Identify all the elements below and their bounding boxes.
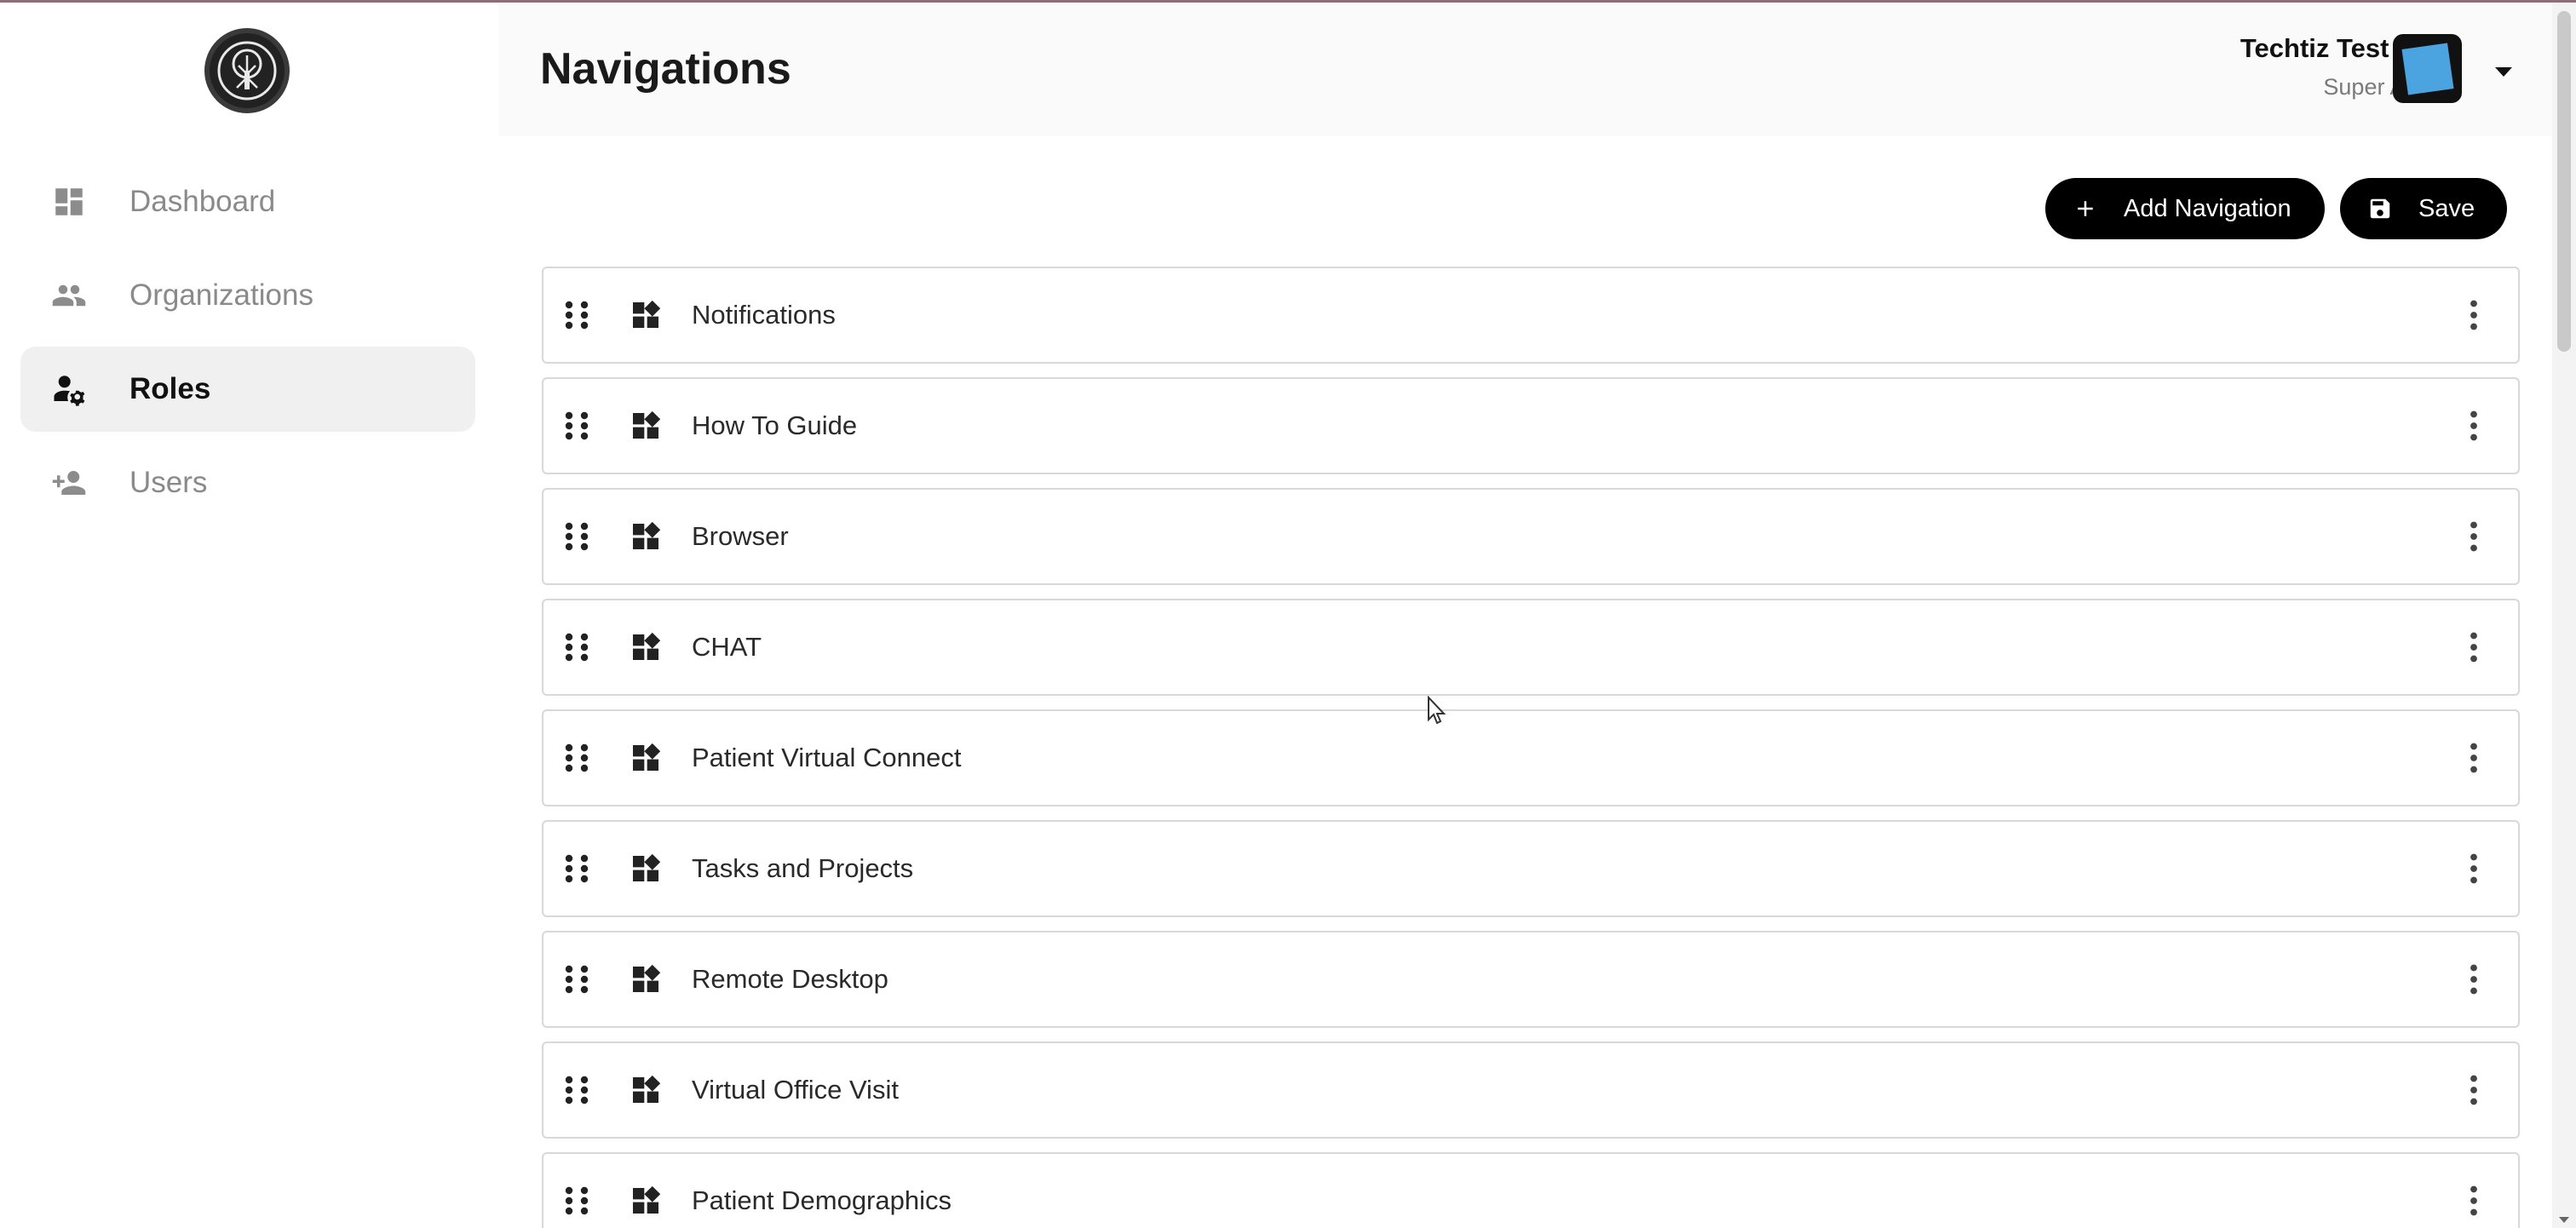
navigation-label: Virtual Office Visit bbox=[692, 1075, 899, 1105]
caret-down-icon[interactable] bbox=[2495, 67, 2512, 77]
floppy-disk-icon bbox=[2370, 198, 2390, 219]
add-navigation-button[interactable]: Add Navigation bbox=[2045, 178, 2325, 239]
plus-icon bbox=[2078, 201, 2093, 216]
page-title: Navigations bbox=[540, 44, 791, 94]
widgets-icon bbox=[629, 852, 663, 886]
widgets-icon bbox=[629, 409, 663, 443]
more-vert-icon[interactable] bbox=[2467, 300, 2481, 330]
widgets-icon bbox=[629, 962, 663, 996]
navigation-row[interactable]: Remote Desktop bbox=[542, 931, 2520, 1028]
main-content: Add Navigation Save Notifications How To… bbox=[499, 136, 2552, 1228]
drag-handle-icon[interactable] bbox=[564, 1185, 589, 1216]
drag-handle-icon[interactable] bbox=[564, 743, 589, 773]
navigation-label: Notifications bbox=[692, 300, 836, 330]
tree-logo-icon[interactable] bbox=[204, 28, 290, 113]
navigation-label: Remote Desktop bbox=[692, 964, 888, 994]
navigation-row[interactable]: Patient Demographics bbox=[542, 1152, 2520, 1228]
mouse-cursor-icon bbox=[1428, 696, 1446, 725]
scrollbar-thumb[interactable] bbox=[2557, 11, 2571, 352]
more-vert-icon[interactable] bbox=[2467, 521, 2481, 552]
navigation-label: Patient Virtual Connect bbox=[692, 743, 962, 772]
more-vert-icon[interactable] bbox=[2467, 743, 2481, 773]
more-vert-icon[interactable] bbox=[2467, 1185, 2481, 1216]
dashboard-icon bbox=[49, 182, 89, 221]
drag-handle-icon[interactable] bbox=[564, 521, 589, 552]
navigation-row[interactable]: Virtual Office Visit bbox=[542, 1042, 2520, 1139]
scroll-down-arrow-icon[interactable] bbox=[2559, 1217, 2569, 1223]
sidebar: Dashboard Organizations Roles Users bbox=[0, 3, 499, 1228]
drag-handle-icon[interactable] bbox=[564, 410, 589, 441]
drag-handle-icon[interactable] bbox=[564, 632, 589, 663]
save-label: Save bbox=[2418, 194, 2475, 222]
navigation-label: Patient Demographics bbox=[692, 1185, 952, 1215]
sidebar-item-roles[interactable]: Roles bbox=[20, 347, 475, 432]
drag-handle-icon[interactable] bbox=[564, 964, 589, 995]
sidebar-item-users[interactable]: Users bbox=[20, 440, 475, 525]
people-icon bbox=[49, 276, 89, 315]
widgets-icon bbox=[629, 519, 663, 554]
navigation-label: CHAT bbox=[692, 632, 762, 662]
navigation-row[interactable]: Notifications bbox=[542, 267, 2520, 364]
drag-handle-icon[interactable] bbox=[564, 853, 589, 884]
navigation-row[interactable]: How To Guide bbox=[542, 377, 2520, 474]
sidebar-item-label: Users bbox=[129, 466, 208, 499]
more-vert-icon[interactable] bbox=[2467, 853, 2481, 884]
navigation-row[interactable]: Tasks and Projects bbox=[542, 820, 2520, 917]
more-vert-icon[interactable] bbox=[2467, 1075, 2481, 1105]
navigation-row[interactable]: Patient Virtual Connect bbox=[542, 709, 2520, 806]
page-header: Navigations Techtiz Test User Super Admi… bbox=[499, 3, 2552, 136]
widgets-icon bbox=[629, 630, 663, 664]
more-vert-icon[interactable] bbox=[2467, 964, 2481, 995]
scrollbar[interactable] bbox=[2552, 3, 2576, 1228]
avatar[interactable] bbox=[2393, 34, 2462, 103]
sidebar-item-dashboard[interactable]: Dashboard bbox=[20, 159, 475, 244]
more-vert-icon[interactable] bbox=[2467, 410, 2481, 441]
user-add-icon bbox=[49, 463, 89, 502]
widgets-icon bbox=[629, 1073, 663, 1107]
navigation-label: Tasks and Projects bbox=[692, 853, 914, 883]
sidebar-item-organizations[interactable]: Organizations bbox=[20, 253, 475, 338]
widgets-icon bbox=[629, 298, 663, 332]
sidebar-item-label: Roles bbox=[129, 372, 211, 405]
user-gear-icon bbox=[49, 370, 89, 409]
widgets-icon bbox=[629, 741, 663, 775]
sidebar-item-label: Organizations bbox=[129, 278, 313, 312]
navigation-row[interactable]: CHAT bbox=[542, 599, 2520, 696]
more-vert-icon[interactable] bbox=[2467, 632, 2481, 663]
sidebar-nav: Dashboard Organizations Roles Users bbox=[20, 159, 475, 534]
widgets-icon bbox=[629, 1184, 663, 1218]
drag-handle-icon[interactable] bbox=[564, 1075, 589, 1105]
drag-handle-icon[interactable] bbox=[564, 300, 589, 330]
navigation-label: Browser bbox=[692, 521, 789, 551]
save-button[interactable]: Save bbox=[2340, 178, 2507, 239]
sidebar-item-label: Dashboard bbox=[129, 185, 276, 218]
navigation-row[interactable]: Browser bbox=[542, 488, 2520, 585]
navigation-label: How To Guide bbox=[692, 410, 858, 440]
add-navigation-label: Add Navigation bbox=[2124, 194, 2291, 222]
navigation-list: Notifications How To Guide Browser CHAT … bbox=[542, 267, 2520, 1228]
